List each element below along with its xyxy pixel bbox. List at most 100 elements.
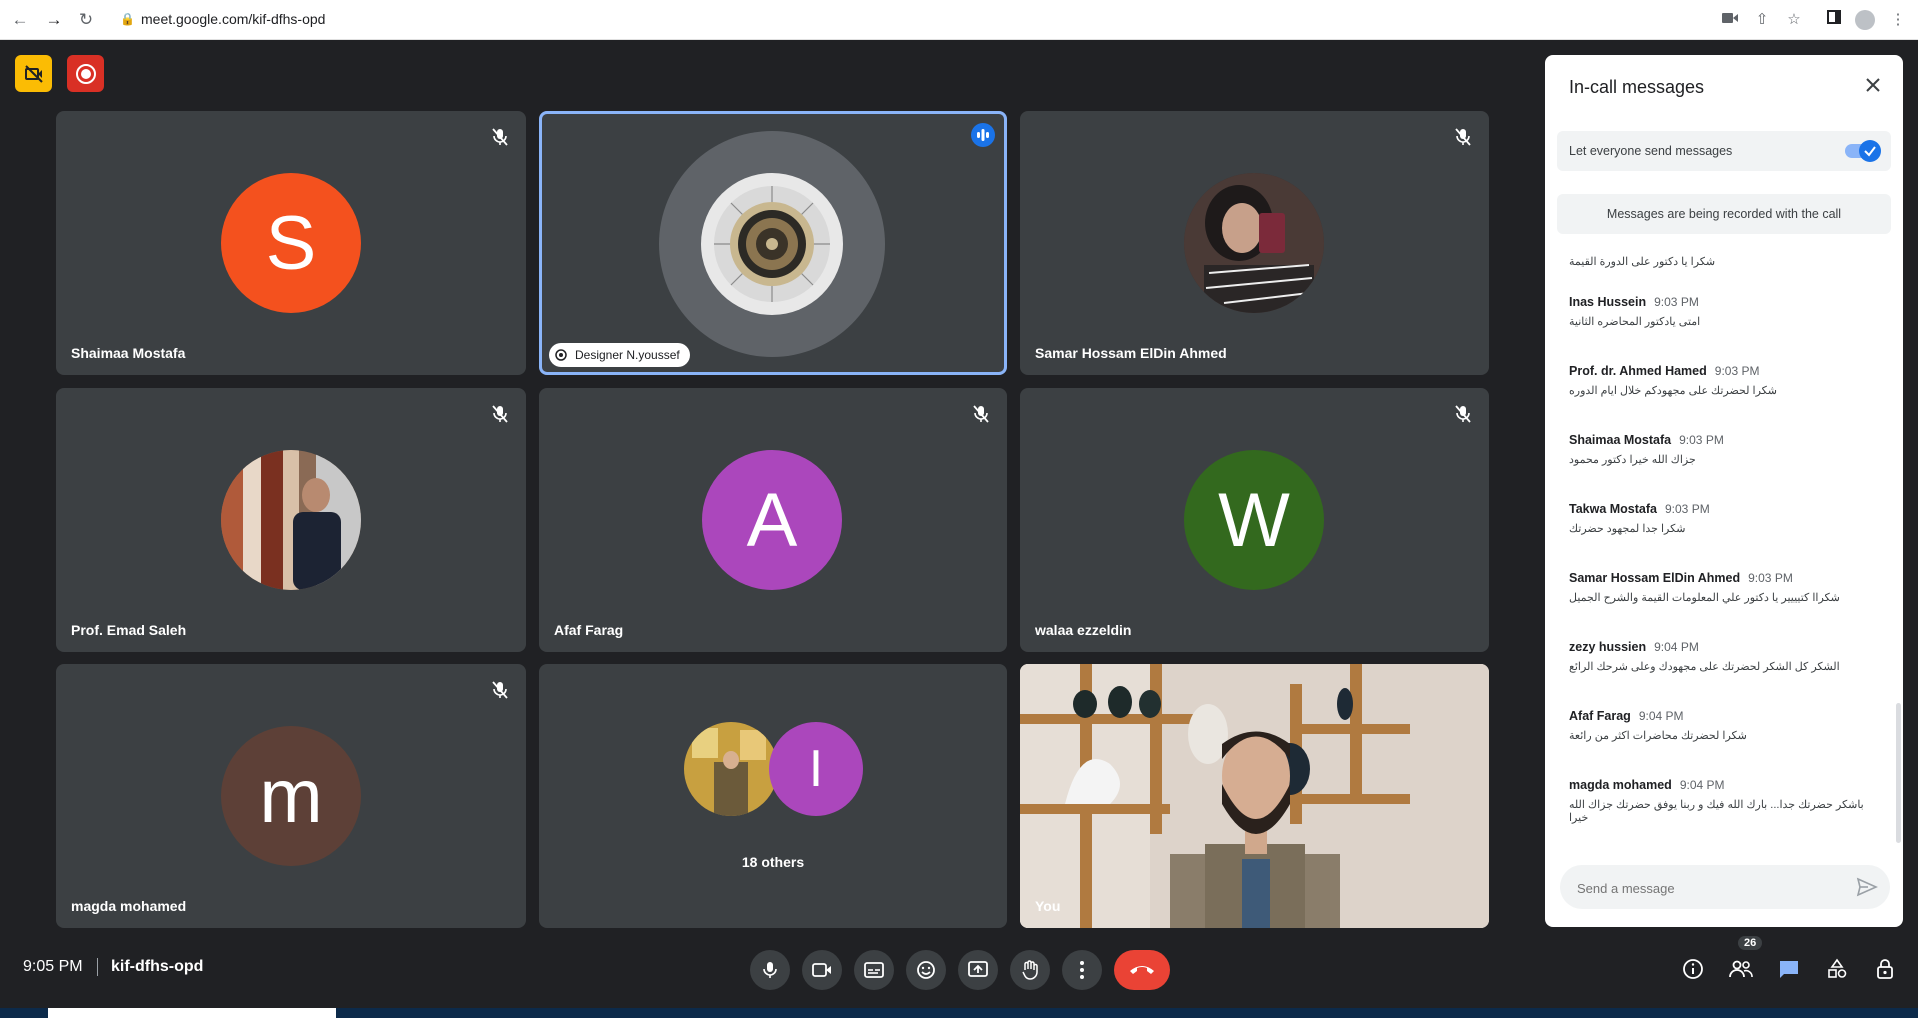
participant-tile[interactable]: Prof. Emad Saleh [56,388,526,652]
address-bar[interactable]: meet.google.com/kif-dfhs-opd [141,11,325,27]
message-text: الشكر كل الشكر لحضرتك على مجهودك وعلى شر… [1569,661,1840,673]
more-options-icon[interactable] [1062,950,1102,990]
share-icon[interactable]: ⇧ [1750,8,1774,32]
chat-scrollbar[interactable] [1896,703,1901,843]
mic-off-icon [969,402,993,426]
host-controls-icon[interactable] [1872,956,1898,982]
camera-off-icon[interactable] [15,55,52,92]
record-icon[interactable] [67,55,104,92]
send-icon[interactable] [1856,876,1878,898]
message-item: Samar Hossam ElDin Ahmed 9:03 PM شكراا كت… [1569,571,1879,604]
bottom-control-bar: 9:05 PM kif-dfhs-opd 26 [0,936,1918,998]
close-icon[interactable] [1861,73,1885,97]
message-time: 9:03 PM [1714,364,1760,378]
message-time: 9:03 PM [1748,571,1793,585]
avatar-photo [1184,173,1324,313]
meeting-time: 9:05 PM [23,958,83,975]
pin-icon [555,349,567,361]
avatar: I [769,722,863,816]
self-video [1020,664,1489,928]
avatar-photo [221,450,361,590]
message-text: شكراا كتيييير يا دكتور علي المعلومات الق… [1569,592,1840,604]
message-time: 9:04 PM [1679,778,1725,792]
message-list[interactable]: شكرا يا دكتور على الدورة القيمة Inas Hus… [1545,245,1895,855]
others-tile[interactable]: I 18 others [539,664,1007,928]
participant-tile-active[interactable]: Designer N.youssef [539,111,1007,375]
participant-name: Samar Hossam ElDin Ahmed [1035,345,1227,361]
others-count: 18 others [741,854,805,870]
browser-toolbar: ← → ↻ 🔒 meet.google.com/kif-dfhs-opd ⇧ ☆… [0,0,1918,40]
mic-off-icon [1451,402,1475,426]
participant-tile[interactable]: Samar Hossam ElDin Ahmed [1020,111,1489,375]
profile-avatar-icon[interactable] [1855,10,1875,30]
side-panel-icon[interactable] [1822,8,1846,32]
camera-icon[interactable] [802,950,842,990]
message-time: 9:03 PM [1654,295,1699,309]
avatar: m [221,726,361,866]
people-count-badge: 26 [1738,936,1763,950]
message-text: امتى يادكتور المحاضره الثانية [1569,316,1701,328]
camera-permission-icon[interactable] [1718,8,1742,32]
message-item: Inas Hussein 9:03 PM امتى يادكتور المحاضر… [1569,295,1879,328]
participant-tile[interactable]: W walaa ezzeldin [1020,388,1489,652]
participant-tile[interactable]: A Afaf Farag [539,388,1007,652]
mandala-icon [714,186,830,302]
participant-tile[interactable]: m magda mohamed [56,664,526,928]
participant-name: Afaf Farag [554,622,624,638]
self-view-tile[interactable]: You [1020,664,1489,928]
star-icon[interactable]: ☆ [1782,8,1806,32]
raise-hand-icon[interactable] [1010,950,1050,990]
participant-name: walaa ezzeldin [1035,622,1132,638]
message-sender: Inas Hussein [1569,295,1647,309]
chat-panel: In-call messages Let everyone send messa… [1545,55,1903,927]
message-time: 9:03 PM [1665,502,1710,516]
message-time: 9:04 PM [1654,640,1699,654]
message-sender: magda mohamed [1569,778,1672,792]
divider [97,958,98,976]
speaking-indicator-icon [971,123,995,147]
message-item: magda mohamed 9:04 PM باشكر حضرتك جدا... … [1569,778,1879,824]
chrome-menu-icon[interactable]: ⋮ [1886,8,1910,32]
present-icon[interactable] [958,950,998,990]
message-time: 9:04 PM [1638,709,1684,723]
message-item: شكرا يا دكتور على الدورة القيمة [1569,255,1879,268]
avatar: W [1184,450,1324,590]
let-everyone-send-toggle-row: Let everyone send messages [1557,131,1891,171]
hangup-icon[interactable] [1114,950,1170,990]
recording-notice: Messages are being recorded with the cal… [1557,194,1891,234]
emoji-icon[interactable] [906,950,946,990]
toggle-label: Let everyone send messages [1569,144,1733,158]
participant-name: Designer N.youssef [575,348,680,362]
message-sender: Samar Hossam ElDin Ahmed [1569,571,1741,585]
participant-name: Shaimaa Mostafa [71,345,186,361]
message-text: شكرا لحضرتك على مجهودكم خلال ايام الدوره [1569,385,1777,397]
message-item: Afaf Farag 9:04 PM شكرا لحضرتك محاضرات اك… [1569,709,1879,742]
forward-icon[interactable]: → [42,8,66,32]
message-sender: zezy hussien [1569,640,1647,654]
participant-name-pill: Designer N.youssef [549,343,690,367]
message-text: باشكر حضرتك جدا... بارك الله فيك و ربنا … [1569,799,1864,824]
captions-icon[interactable] [854,950,894,990]
check-icon[interactable] [1859,140,1881,162]
lock-icon[interactable]: 🔒 [120,12,135,26]
message-text: جزاك الله خيرا دكتور محمود [1569,454,1696,466]
message-sender: Prof. dr. Ahmed Hamed [1569,364,1707,378]
message-item: zezy hussien 9:04 PM الشكر كل الشكر لحضرت… [1569,640,1879,673]
message-item: Shaimaa Mostafa 9:03 PM جزاك الله خيرا دك… [1569,433,1879,466]
back-icon[interactable]: ← [8,8,32,32]
people-icon[interactable] [1728,956,1754,982]
activities-icon[interactable] [1824,956,1850,982]
message-text: شكرا يا دكتور على الدورة القيمة [1569,256,1716,268]
participant-name: You [1035,898,1061,914]
participant-tile[interactable]: S Shaimaa Mostafa [56,111,526,375]
mic-icon[interactable] [750,950,790,990]
mic-off-icon [488,678,512,702]
mic-off-icon [488,402,512,426]
taskbar-window[interactable] [48,1008,336,1018]
chat-icon[interactable] [1776,956,1802,982]
message-input[interactable] [1575,865,1849,911]
send-message-box [1560,865,1890,911]
message-text: شكرا لحضرتك محاضرات اكثر من رائعة [1569,730,1747,742]
reload-icon[interactable]: ↻ [74,8,98,32]
info-icon[interactable] [1680,956,1706,982]
